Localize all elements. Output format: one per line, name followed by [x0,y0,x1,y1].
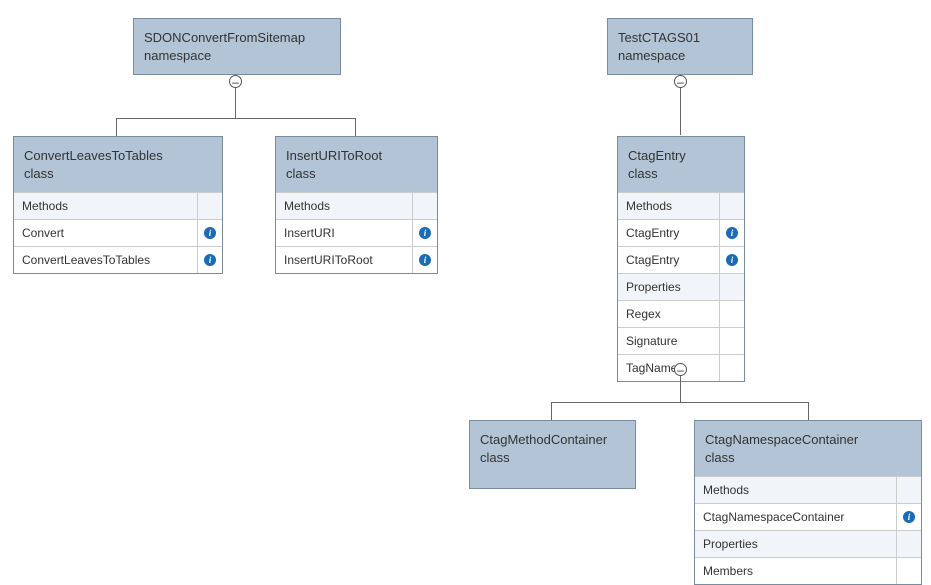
namespace-testctags01[interactable]: TestCTAGS01 namespace [607,18,753,75]
info-icon[interactable]: i [897,504,921,530]
connector-line [680,88,681,135]
node-body: Methods CtagEntry i CtagEntry i Properti… [618,192,744,381]
member-row[interactable]: Signature [618,327,744,354]
member-row[interactable]: Convert i [14,219,222,246]
info-icon[interactable]: i [198,247,222,273]
namespace-sdonconvertfromsitemap[interactable]: SDONConvertFromSitemap namespace [133,18,341,75]
connector-line [235,88,236,118]
section-label: Methods [618,193,720,219]
node-header: InsertURIToRoot class [276,137,437,192]
cell-icon-empty [198,193,222,219]
node-title: SDONConvertFromSitemap [144,29,330,47]
connector-line [551,402,809,403]
section-label: Methods [695,477,897,503]
nesting-connector-icon: – [229,75,242,88]
node-header: CtagMethodContainer class [470,421,635,488]
cell-icon-empty [720,355,744,381]
nesting-connector-icon: – [674,75,687,88]
section-row: Properties [695,530,921,557]
member-label: Signature [618,328,720,354]
section-label: Methods [276,193,413,219]
node-header: TestCTAGS01 namespace [608,19,752,74]
member-row[interactable]: ConvertLeavesToTables i [14,246,222,273]
node-title: CtagNamespaceContainer [705,431,911,449]
node-body: Methods InsertURI i InsertURIToRoot i [276,192,437,273]
node-title: CtagMethodContainer [480,431,625,449]
member-row[interactable]: InsertURI i [276,219,437,246]
section-label: Properties [695,531,897,557]
connector-line [116,118,356,119]
node-kind: class [480,449,625,467]
member-row[interactable]: CtagEntry i [618,246,744,273]
class-convertleavestotables[interactable]: ConvertLeavesToTables class Methods Conv… [13,136,223,274]
cell-icon-empty [897,558,921,584]
info-icon[interactable]: i [198,220,222,246]
node-header: CtagNamespaceContainer class [695,421,921,476]
section-row: Methods [695,476,921,503]
cell-icon-empty [720,328,744,354]
node-kind: class [705,449,911,467]
node-title: CtagEntry [628,147,734,165]
cell-icon-empty [897,477,921,503]
member-label: ConvertLeavesToTables [14,247,198,273]
connector-line [808,402,809,420]
info-icon[interactable]: i [720,220,744,246]
member-row[interactable]: CtagEntry i [618,219,744,246]
cell-icon-empty [720,274,744,300]
connector-line [680,376,681,402]
section-row: Methods [14,192,222,219]
connector-line [355,118,356,136]
node-title: InsertURIToRoot [286,147,427,165]
node-kind: namespace [144,47,330,65]
node-header: ConvertLeavesToTables class [14,137,222,192]
connector-line [551,402,552,420]
node-body: Methods CtagNamespaceContainer i Propert… [695,476,921,584]
section-row: Properties [618,273,744,300]
class-ctagnamespacecontainer[interactable]: CtagNamespaceContainer class Methods Cta… [694,420,922,585]
member-label: Convert [14,220,198,246]
cell-icon-empty [720,193,744,219]
member-row[interactable]: InsertURIToRoot i [276,246,437,273]
node-kind: class [286,165,427,183]
node-kind: class [24,165,212,183]
node-kind: class [628,165,734,183]
cell-icon-empty [720,301,744,327]
class-inserturitoroot[interactable]: InsertURIToRoot class Methods InsertURI … [275,136,438,274]
cell-icon-empty [897,531,921,557]
member-label: InsertURI [276,220,413,246]
class-ctagentry[interactable]: CtagEntry class Methods CtagEntry i Ctag… [617,136,745,382]
info-icon[interactable]: i [413,220,437,246]
member-row[interactable]: Regex [618,300,744,327]
info-icon[interactable]: i [413,247,437,273]
node-title: ConvertLeavesToTables [24,147,212,165]
member-label: CtagNamespaceContainer [695,504,897,530]
member-label: TagName [618,355,720,381]
node-title: TestCTAGS01 [618,29,742,47]
class-ctagmethodcontainer[interactable]: CtagMethodContainer class [469,420,636,489]
member-label: Members [695,558,897,584]
node-header: CtagEntry class [618,137,744,192]
member-label: CtagEntry [618,247,720,273]
member-row[interactable]: CtagNamespaceContainer i [695,503,921,530]
node-kind: namespace [618,47,742,65]
cell-icon-empty [413,193,437,219]
node-header: SDONConvertFromSitemap namespace [134,19,340,74]
section-row: Methods [276,192,437,219]
info-icon[interactable]: i [720,247,744,273]
connector-line [116,118,117,136]
section-row: Methods [618,192,744,219]
section-label: Methods [14,193,198,219]
member-label: InsertURIToRoot [276,247,413,273]
section-label: Properties [618,274,720,300]
nesting-connector-icon: – [674,363,687,376]
node-body: Methods Convert i ConvertLeavesToTables … [14,192,222,273]
member-label: CtagEntry [618,220,720,246]
member-label: Regex [618,301,720,327]
